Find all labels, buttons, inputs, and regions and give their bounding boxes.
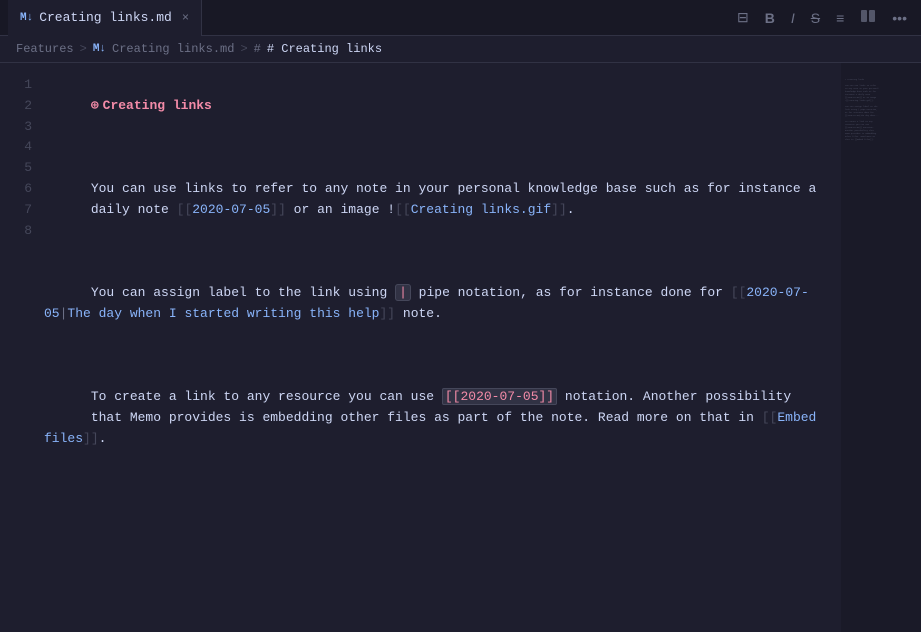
editor: 1 2 3 4 5 6 7 8 ⊕ Creating links You can … xyxy=(0,63,921,632)
title-bar: M↓ Creating links.md × ⊟ B I S ≡ xyxy=(0,0,921,36)
code-line-1: ⊕ Creating links xyxy=(44,75,825,137)
breadcrumb-sep-2: > xyxy=(240,42,247,56)
code-line-7: To create a link to any resource you can… xyxy=(44,366,825,470)
line7-text2: notation. Another possibility xyxy=(557,389,791,404)
tab-close-button[interactable]: × xyxy=(182,11,189,25)
line3-lb2: [[ xyxy=(395,202,411,217)
more-options-icon: ••• xyxy=(892,10,907,26)
line3-link1[interactable]: 2020-07-05 xyxy=(192,202,270,217)
line5-text1: You can assign label to the link using xyxy=(91,285,395,300)
tab-label: Creating links.md xyxy=(39,10,172,25)
breadcrumb: Features > M↓ Creating links.md > # # Cr… xyxy=(0,36,921,63)
tab-md-icon: M↓ xyxy=(20,12,33,24)
line7-rb: ]] xyxy=(83,431,99,446)
line7-text3: that Memo provides is embedding other fi… xyxy=(91,410,762,425)
italic-icon: I xyxy=(791,10,795,26)
content-area[interactable]: ⊕ Creating links You can use links to ref… xyxy=(44,63,841,632)
breadcrumb-section[interactable]: # Creating links xyxy=(267,42,382,56)
line5-lb: [[ xyxy=(731,285,747,300)
line3-text2: daily note xyxy=(91,202,177,217)
line-num-5: 5 xyxy=(0,158,32,179)
line3-rb2: ]] xyxy=(551,202,567,217)
line7-lb: [[ xyxy=(762,410,778,425)
code-line-4 xyxy=(44,241,825,262)
split-view-button[interactable]: ⊟ xyxy=(731,5,755,30)
list-button[interactable]: ≡ xyxy=(830,6,850,30)
line-numbers: 1 2 3 4 5 6 7 8 xyxy=(0,63,44,632)
list-icon: ≡ xyxy=(836,10,844,26)
line5-rb: ]] xyxy=(379,306,395,321)
columns-button[interactable] xyxy=(854,4,882,31)
code-line-8 xyxy=(44,470,825,491)
italic-button[interactable]: I xyxy=(785,6,801,30)
line7-period: . xyxy=(99,431,107,446)
strikethrough-icon: S xyxy=(811,10,820,26)
line3-text1: You can use links to refer to any note i… xyxy=(91,181,817,196)
breadcrumb-md-icon: M↓ xyxy=(93,43,106,55)
strikethrough-button[interactable]: S xyxy=(805,6,826,30)
code-line-2 xyxy=(44,137,825,158)
bold-icon: B xyxy=(765,10,775,26)
line7-text1: To create a link to any resource you can… xyxy=(91,389,442,404)
heading-text: Creating links xyxy=(103,98,212,113)
line-num-1: 1 xyxy=(0,75,32,96)
minimap: # Creating links You can use links to re… xyxy=(841,63,921,632)
split-view-icon: ⊟ xyxy=(737,9,749,26)
code-line-6 xyxy=(44,345,825,366)
bold-button[interactable]: B xyxy=(759,6,781,30)
line-num-3: 3 xyxy=(0,117,32,138)
code-line-5: You can assign label to the link using |… xyxy=(44,262,825,345)
line3-period: . xyxy=(567,202,575,217)
line-num-2: 2 xyxy=(0,96,32,117)
code-line-3: You can use links to refer to any note i… xyxy=(44,158,825,241)
active-tab[interactable]: M↓ Creating links.md × xyxy=(8,0,202,36)
breadcrumb-file[interactable]: Creating links.md xyxy=(112,42,234,56)
line3-lb1: [[ xyxy=(177,202,193,217)
toolbar-right: ⊟ B I S ≡ ••• xyxy=(731,4,913,31)
line-num-4: 4 xyxy=(0,137,32,158)
breadcrumb-hash: # xyxy=(254,42,261,56)
line3-text3: or an image ! xyxy=(286,202,395,217)
line7-code: [[2020-07-05]] xyxy=(442,388,557,405)
line5-pipe-code: | xyxy=(395,284,411,301)
line-num-7: 7 xyxy=(0,200,32,221)
line-num-6: 6 xyxy=(0,179,32,200)
more-options-button[interactable]: ••• xyxy=(886,6,913,30)
minimap-content: # Creating links You can use links to re… xyxy=(845,75,917,144)
line5-text3: note. xyxy=(395,306,442,321)
line3-rb1: ]] xyxy=(270,202,286,217)
columns-icon xyxy=(860,8,876,27)
breadcrumb-features[interactable]: Features xyxy=(16,42,74,56)
heading-icon: ⊕ xyxy=(91,98,99,113)
line-num-8: 8 xyxy=(0,221,32,242)
line3-link2[interactable]: Creating links.gif xyxy=(411,202,551,217)
line5-text2: pipe notation, as for instance done for xyxy=(411,285,731,300)
breadcrumb-sep-1: > xyxy=(80,42,87,56)
